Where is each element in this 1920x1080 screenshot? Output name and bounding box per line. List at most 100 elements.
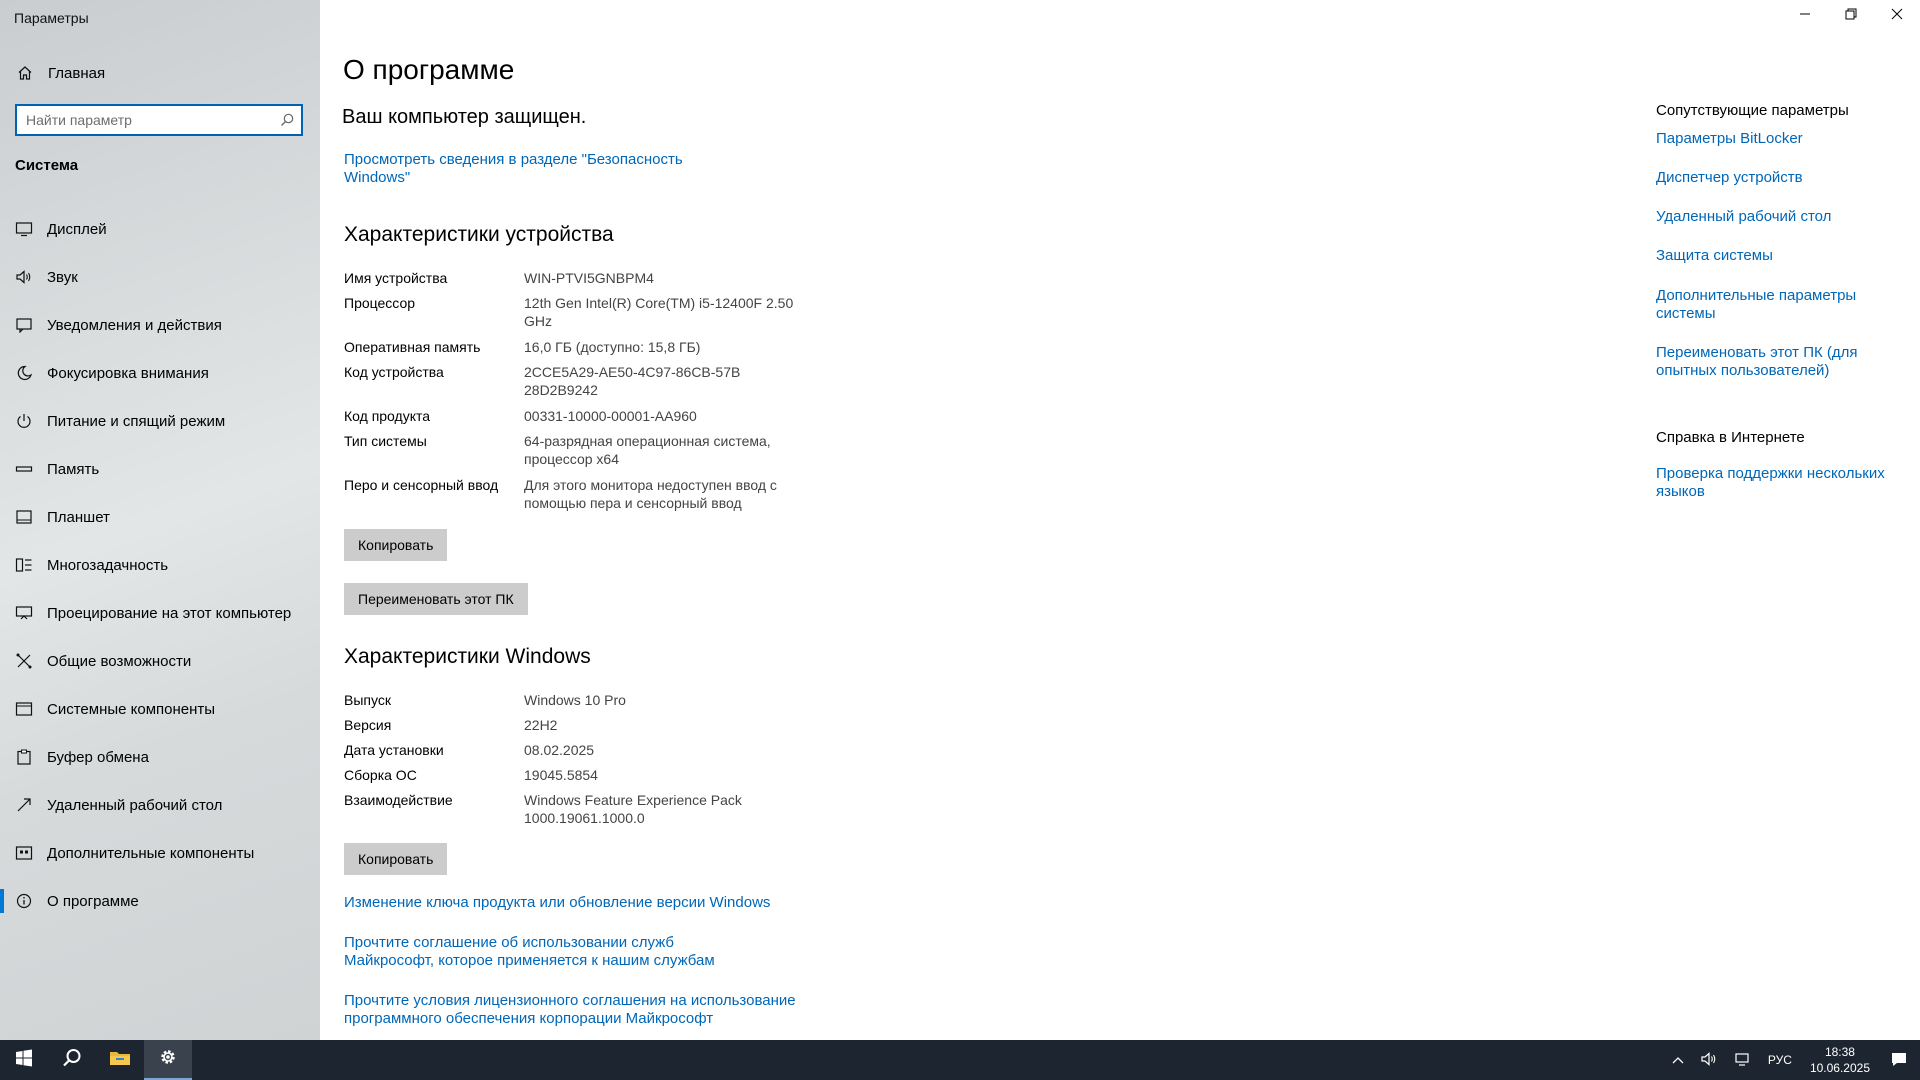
speaker-icon bbox=[13, 269, 35, 285]
spec-value: 19045.5854 bbox=[524, 767, 598, 783]
network-icon[interactable] bbox=[1734, 1051, 1752, 1070]
sidebar-item-label: Системные компоненты bbox=[47, 700, 216, 718]
section-title: Система bbox=[15, 157, 79, 174]
clock-time: 18:38 bbox=[1824, 1045, 1855, 1059]
device-manager-link[interactable]: Диспетчер устройств bbox=[1656, 169, 1886, 187]
rename-pc-button[interactable]: Переименовать этот ПК bbox=[344, 583, 528, 615]
action-center-icon[interactable] bbox=[1890, 1051, 1908, 1070]
sidebar-item-notifications[interactable]: Уведомления и действия bbox=[0, 301, 320, 349]
home-icon bbox=[14, 65, 36, 81]
home-button[interactable]: Главная bbox=[0, 56, 320, 90]
services-agreement-link[interactable]: Прочтите соглашение об использовании слу… bbox=[344, 934, 764, 970]
system-protection-link[interactable]: Защита системы bbox=[1656, 247, 1886, 265]
change-product-key-link[interactable]: Изменение ключа продукта или обновление … bbox=[344, 894, 824, 912]
system-components-icon bbox=[13, 701, 35, 717]
copy-device-specs-button[interactable]: Копировать bbox=[344, 529, 448, 561]
start-button[interactable] bbox=[0, 1040, 48, 1080]
spec-key: Имя устройства bbox=[344, 270, 448, 286]
notification-icon bbox=[13, 317, 35, 333]
sidebar-item-label: Звук bbox=[47, 268, 78, 286]
sidebar-item-system-components[interactable]: Системные компоненты bbox=[0, 685, 320, 733]
related-settings-heading: Сопутствующие параметры bbox=[1656, 102, 1849, 119]
sidebar-item-multitasking[interactable]: Многозадачность bbox=[0, 541, 320, 589]
search-input[interactable] bbox=[17, 112, 267, 128]
spec-row-ram: Оперативная память 16,0 ГБ (доступно: 15… bbox=[344, 338, 804, 356]
remote-desktop-icon bbox=[13, 797, 35, 813]
spec-row-device-name: Имя устройства WIN-PTVI5GNBPM4 bbox=[344, 269, 804, 287]
sidebar-item-label: Уведомления и действия bbox=[47, 316, 222, 334]
sidebar-item-storage[interactable]: Память bbox=[0, 445, 320, 493]
search-box[interactable] bbox=[15, 104, 303, 136]
sidebar-item-remote-desktop[interactable]: Удаленный рабочий стол bbox=[0, 781, 320, 829]
settings-taskbar-button[interactable] bbox=[144, 1040, 192, 1080]
sidebar-item-projection[interactable]: Проецирование на этот компьютер bbox=[0, 589, 320, 637]
spec-row-os-build: Сборка ОС 19045.5854 bbox=[344, 766, 804, 784]
file-explorer-button[interactable] bbox=[96, 1040, 144, 1080]
volume-icon[interactable] bbox=[1700, 1051, 1718, 1070]
system-tray: РУС 18:38 10.06.2025 bbox=[1664, 1040, 1920, 1080]
multitasking-icon bbox=[13, 557, 35, 573]
windows-specs-heading: Характеристики Windows bbox=[344, 645, 591, 668]
page-title: О программе bbox=[343, 54, 515, 85]
sidebar-item-optional-features[interactable]: Дополнительные компоненты bbox=[0, 829, 320, 877]
clock-date: 10.06.2025 bbox=[1809, 1061, 1870, 1075]
projection-icon bbox=[13, 605, 35, 621]
copy-windows-specs-button[interactable]: Копировать bbox=[344, 843, 448, 875]
search-icon bbox=[62, 1048, 82, 1073]
info-icon bbox=[13, 893, 35, 909]
sidebar-item-display[interactable]: Дисплей bbox=[0, 205, 320, 253]
spec-value: 2CCE5A29-AE50-4C97-86CB-57B28D2B9242 bbox=[524, 364, 741, 398]
clipboard-icon bbox=[13, 749, 35, 765]
sidebar-item-label: Проецирование на этот компьютер bbox=[47, 604, 292, 622]
spec-value: 64-разрядная операционная система, проце… bbox=[524, 433, 771, 467]
search-icon[interactable] bbox=[279, 112, 295, 133]
sidebar-item-label: Дополнительные компоненты bbox=[47, 844, 255, 862]
sidebar-item-label: Дисплей bbox=[47, 220, 107, 238]
sidebar-item-label: Планшет bbox=[47, 508, 110, 526]
spec-value: 00331-10000-00001-AA960 bbox=[524, 408, 697, 424]
taskbar: РУС 18:38 10.06.2025 bbox=[0, 1040, 1920, 1080]
sidebar-item-focus[interactable]: Фокусировка внимания bbox=[0, 349, 320, 397]
spec-key: Дата установки bbox=[344, 742, 444, 758]
chevron-up-icon[interactable] bbox=[1672, 1053, 1684, 1067]
clock[interactable]: 18:38 10.06.2025 bbox=[1810, 1044, 1870, 1076]
sidebar-item-sound[interactable]: Звук bbox=[0, 253, 320, 301]
sidebar-item-tablet[interactable]: Планшет bbox=[0, 493, 320, 541]
security-details-link[interactable]: Просмотреть сведения в разделе "Безопасн… bbox=[344, 151, 704, 187]
home-label: Главная bbox=[48, 64, 106, 82]
spec-row-edition: Выпуск Windows 10 Pro bbox=[344, 691, 804, 709]
spec-key: Выпуск bbox=[344, 692, 391, 708]
sidebar-item-about[interactable]: О программе bbox=[0, 877, 320, 925]
storage-icon bbox=[13, 461, 35, 477]
sidebar-item-shared[interactable]: Общие возможности bbox=[0, 637, 320, 685]
sidebar-item-clipboard[interactable]: Буфер обмена bbox=[0, 733, 320, 781]
tablet-icon bbox=[13, 509, 35, 525]
spec-value: 22H2 bbox=[524, 717, 558, 733]
protected-status: Ваш компьютер защищен. bbox=[342, 106, 587, 128]
spec-row-device-id: Код устройства 2CCE5A29-AE50-4C97-86CB-5… bbox=[344, 363, 744, 399]
device-specs-heading: Характеристики устройства bbox=[344, 223, 614, 246]
rename-pc-advanced-link[interactable]: Переименовать этот ПК (для опытных польз… bbox=[1656, 344, 1886, 380]
language-indicator[interactable]: РУС bbox=[1768, 1053, 1792, 1067]
spec-key: Сборка ОС bbox=[344, 767, 417, 783]
spec-value: 08.02.2025 bbox=[524, 742, 595, 758]
advanced-system-settings-link[interactable]: Дополнительные параметры системы bbox=[1656, 287, 1886, 323]
sidebar-item-label: Многозадачность bbox=[47, 556, 169, 574]
license-terms-link[interactable]: Прочтите условия лицензионного соглашени… bbox=[344, 992, 814, 1028]
sidebar-item-label: Буфер обмена bbox=[47, 748, 149, 766]
language-support-link[interactable]: Проверка поддержки нескольких языков bbox=[1656, 465, 1886, 501]
search-taskbar-button[interactable] bbox=[48, 1040, 96, 1080]
spec-key: Версия bbox=[344, 717, 392, 733]
sidebar-item-label: Фокусировка внимания bbox=[47, 364, 209, 382]
sidebar-item-power[interactable]: Питание и спящий режим bbox=[0, 397, 320, 445]
spec-row-system-type: Тип системы 64-разрядная операционная си… bbox=[344, 432, 784, 468]
bitlocker-link[interactable]: Параметры BitLocker bbox=[1656, 130, 1886, 148]
shared-experiences-icon bbox=[13, 653, 35, 669]
spec-value: Windows Feature Experience Pack 1000.190… bbox=[524, 792, 742, 826]
folder-icon bbox=[109, 1049, 131, 1072]
spec-row-experience: Взаимодействие Windows Feature Experienc… bbox=[344, 791, 744, 827]
spec-row-pen-touch: Перо и сенсорный ввод Для этого монитора… bbox=[344, 476, 784, 512]
remote-desktop-link[interactable]: Удаленный рабочий стол bbox=[1656, 208, 1886, 226]
spec-row-processor: Процессор 12th Gen Intel(R) Core(TM) i5-… bbox=[344, 294, 804, 330]
sidebar-item-label: Удаленный рабочий стол bbox=[47, 796, 223, 814]
